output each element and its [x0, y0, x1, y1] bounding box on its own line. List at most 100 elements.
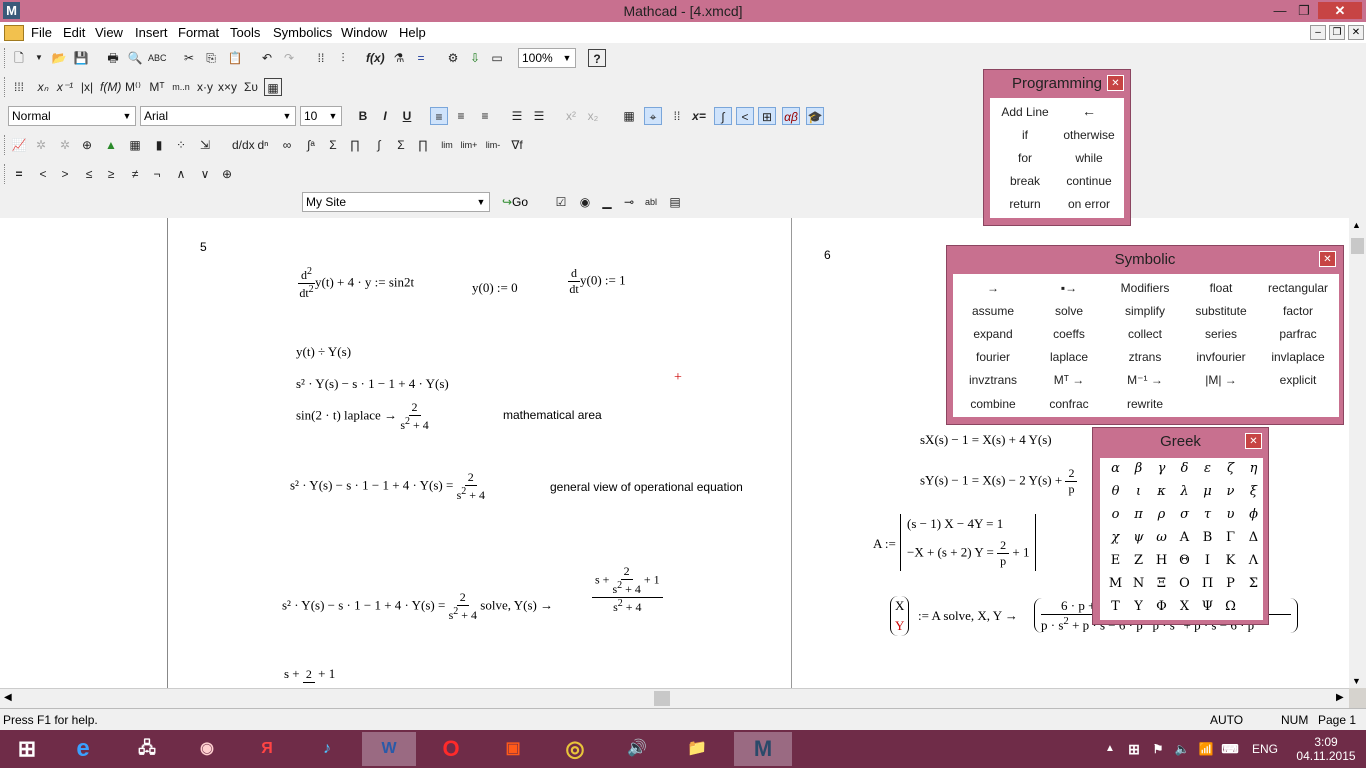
open-icon[interactable]: 📂: [50, 49, 68, 67]
greek-letter-button[interactable]: σ: [1173, 507, 1196, 522]
gradient-icon[interactable]: ∇f: [508, 136, 526, 154]
on-error-button[interactable]: on error: [1056, 197, 1122, 211]
or-icon[interactable]: ∨: [196, 165, 214, 183]
symbolic-palette-icon[interactable]: 🎓: [806, 107, 824, 125]
doc-icon[interactable]: [4, 25, 24, 41]
insert-unit-icon[interactable]: ⚗: [390, 49, 408, 67]
greek-letter-button[interactable]: Π: [1196, 576, 1219, 591]
greek-letter-button[interactable]: β: [1127, 461, 1150, 476]
continue-button[interactable]: continue: [1056, 174, 1122, 188]
greek-letter-button[interactable]: Ξ: [1150, 576, 1173, 591]
speaker-app-icon[interactable]: 🔊: [610, 732, 664, 766]
tray-volume-icon[interactable]: 🔈: [1172, 732, 1192, 766]
partial-result[interactable]: s + 2 + 1: [284, 666, 335, 684]
toolbar-grip[interactable]: [4, 77, 7, 97]
derivative-icon[interactable]: d/dx: [232, 136, 255, 154]
solve-button[interactable]: solve: [1031, 304, 1107, 318]
range-sum-icon[interactable]: Σ: [392, 136, 410, 154]
greek-letter-button[interactable]: υ: [1219, 507, 1242, 522]
sin-laplace-region[interactable]: sin(2 · t) laplace → 2 s2 + 4: [296, 400, 429, 433]
numbering-icon[interactable]: ☰: [530, 107, 548, 125]
inverse-icon[interactable]: x⁻¹: [56, 78, 74, 96]
italic-icon[interactable]: I: [376, 107, 394, 125]
inverse-eval-button[interactable]: M⁻¹ →: [1107, 373, 1183, 387]
copy-icon[interactable]: ⎘: [202, 49, 220, 67]
greek-letter-button[interactable]: Κ: [1219, 553, 1242, 568]
solve-equation[interactable]: s² · Y(s) − s · 1 − 1 + 4 · Y(s) = 2 s2 +…: [282, 590, 553, 623]
transform-line[interactable]: y(t) ÷ Y(s): [296, 344, 351, 360]
toolbar-grip[interactable]: [4, 164, 7, 184]
less-than-icon[interactable]: <: [34, 165, 52, 183]
menu-file[interactable]: File: [31, 25, 52, 40]
menu-insert[interactable]: Insert: [135, 25, 168, 40]
tray-network-icon[interactable]: 📶: [1196, 732, 1216, 766]
tray-windows-icon[interactable]: ⊞: [1124, 732, 1144, 766]
menu-format[interactable]: Format: [178, 25, 219, 40]
laplace-line[interactable]: s² · Y(s) − s · 1 − 1 + 4 · Y(s): [296, 376, 449, 392]
doc-restore-button[interactable]: ❐: [1329, 25, 1345, 40]
greek-letter-button[interactable]: ψ: [1127, 530, 1150, 545]
matrix-palette-icon[interactable]: ⁞⁞: [668, 107, 686, 125]
range-icon[interactable]: m..n: [172, 78, 190, 96]
greek-letter-button[interactable]: ω: [1150, 530, 1173, 545]
paste-icon[interactable]: 📋: [226, 49, 244, 67]
surface-disabled-icon[interactable]: ✲: [56, 136, 74, 154]
programming-close-icon[interactable]: ✕: [1107, 75, 1124, 91]
align-center-icon[interactable]: ≡: [452, 107, 470, 125]
help-icon[interactable]: ?: [588, 49, 606, 67]
and-icon[interactable]: ∧: [172, 165, 190, 183]
infinity-icon[interactable]: ∞: [278, 136, 296, 154]
invlaplace-button[interactable]: invlaplace: [1259, 350, 1337, 364]
font-select[interactable]: Arial ▼: [140, 106, 296, 126]
ode-region[interactable]: d2 dt2 y(t) + 4 · y := sin2t: [298, 266, 414, 301]
symbolic-palette-title[interactable]: Symbolic: [947, 246, 1343, 274]
horizontal-scrollbar[interactable]: ◀ ▶: [0, 688, 1349, 708]
greek-letter-button[interactable]: Δ: [1242, 530, 1265, 545]
confrac-button[interactable]: confrac: [1031, 397, 1107, 411]
doc-close-button[interactable]: ✕: [1348, 25, 1364, 40]
greek-palette-title[interactable]: Greek: [1093, 428, 1268, 456]
subscript-icon[interactable]: xₙ: [34, 78, 52, 96]
calculus-palette-icon[interactable]: ∫: [714, 107, 732, 125]
greek-letter-button[interactable]: Υ: [1127, 599, 1150, 614]
style-select[interactable]: Normal ▼: [8, 106, 136, 126]
greek-letter-button[interactable]: Σ: [1242, 576, 1265, 591]
collect-button[interactable]: collect: [1107, 327, 1183, 341]
align-icon[interactable]: ⁞⁞: [312, 49, 330, 67]
otherwise-button[interactable]: otherwise: [1056, 128, 1122, 142]
insert-function-icon[interactable]: f(x): [366, 49, 385, 67]
greek-letter-button[interactable]: Τ: [1104, 599, 1127, 614]
matrix-icon[interactable]: ⁞⁞⁞: [10, 78, 28, 96]
greek-letter-button[interactable]: Β: [1196, 530, 1219, 545]
resources-icon[interactable]: ⇩: [466, 49, 484, 67]
tray-flag-icon[interactable]: ⚑: [1148, 732, 1168, 766]
matrix-a[interactable]: (s − 1) X − 4Y = 1 −X + (s + 2) Y = 2p +…: [900, 514, 1037, 571]
local-assign-button[interactable]: ←: [1056, 103, 1122, 119]
solve-result[interactable]: s + 2 s2 + 4 + 1 s2 + 4: [592, 564, 663, 615]
greek-letter-button[interactable]: Χ: [1173, 599, 1196, 614]
xy-vector[interactable]: XY: [890, 596, 910, 636]
slider-icon[interactable]: ⊸: [620, 193, 638, 211]
add-line-button[interactable]: Add Line: [992, 105, 1058, 119]
determinant-eval-button[interactable]: |M| →: [1183, 373, 1259, 387]
combine-button[interactable]: combine: [955, 397, 1031, 411]
rectangular-button[interactable]: rectangular: [1259, 281, 1337, 295]
yandex-icon[interactable]: Я: [240, 732, 294, 766]
greater-than-icon[interactable]: >: [56, 165, 74, 183]
greek-letter-button[interactable]: α: [1104, 461, 1127, 476]
align-right-icon[interactable]: ≡: [476, 107, 494, 125]
for-button[interactable]: for: [992, 151, 1058, 165]
invfourier-button[interactable]: invfourier: [1183, 350, 1259, 364]
symbolic-eval-button[interactable]: →: [955, 281, 1031, 295]
greek-letter-button[interactable]: Φ: [1150, 599, 1173, 614]
media-player-icon[interactable]: ♪: [300, 732, 354, 766]
go-button[interactable]: ↪Go: [498, 193, 532, 211]
vector-field-icon[interactable]: ⇲: [196, 136, 214, 154]
picture-icon[interactable]: ▦: [264, 78, 282, 96]
undo-icon[interactable]: ↶: [258, 49, 276, 67]
tray-language[interactable]: ENG: [1248, 732, 1282, 766]
checkbox-icon[interactable]: ☑: [552, 193, 570, 211]
indefinite-integral-icon[interactable]: ∫: [370, 136, 388, 154]
factor-button[interactable]: factor: [1259, 304, 1337, 318]
new-dropdown-icon[interactable]: ▼: [30, 49, 48, 67]
